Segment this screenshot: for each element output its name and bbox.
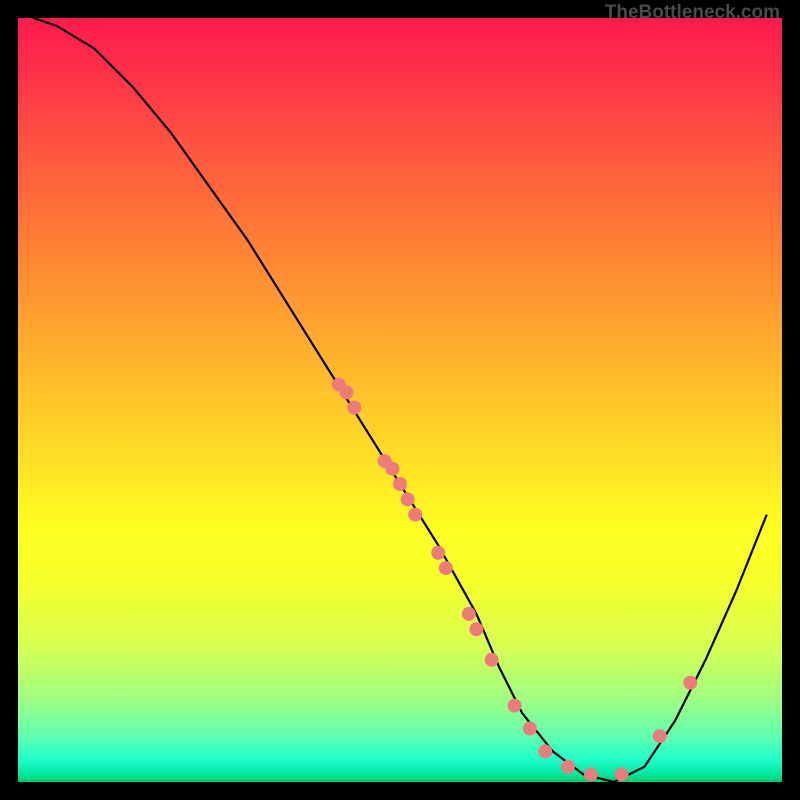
scatter-point: [431, 546, 445, 560]
scatter-point: [340, 385, 354, 399]
scatter-point: [508, 699, 522, 713]
scatter-point: [485, 653, 499, 667]
scatter-point: [347, 401, 361, 415]
plot-area: [18, 18, 782, 782]
scatter-point: [469, 622, 483, 636]
chart-svg: [18, 18, 782, 782]
scatter-point: [462, 607, 476, 621]
scatter-point: [653, 729, 667, 743]
scatter-point: [393, 477, 407, 491]
scatter-points-group: [332, 378, 697, 782]
scatter-point: [538, 744, 552, 758]
scatter-point: [401, 492, 415, 506]
scatter-point: [439, 561, 453, 575]
scatter-point: [561, 760, 575, 774]
scatter-point: [385, 462, 399, 476]
scatter-point: [408, 508, 422, 522]
scatter-point: [683, 676, 697, 690]
bottleneck-curve-path: [33, 18, 766, 782]
scatter-point: [523, 722, 537, 736]
scatter-point: [615, 767, 629, 781]
scatter-point: [584, 767, 598, 781]
watermark-text: TheBottleneck.com: [605, 2, 780, 24]
